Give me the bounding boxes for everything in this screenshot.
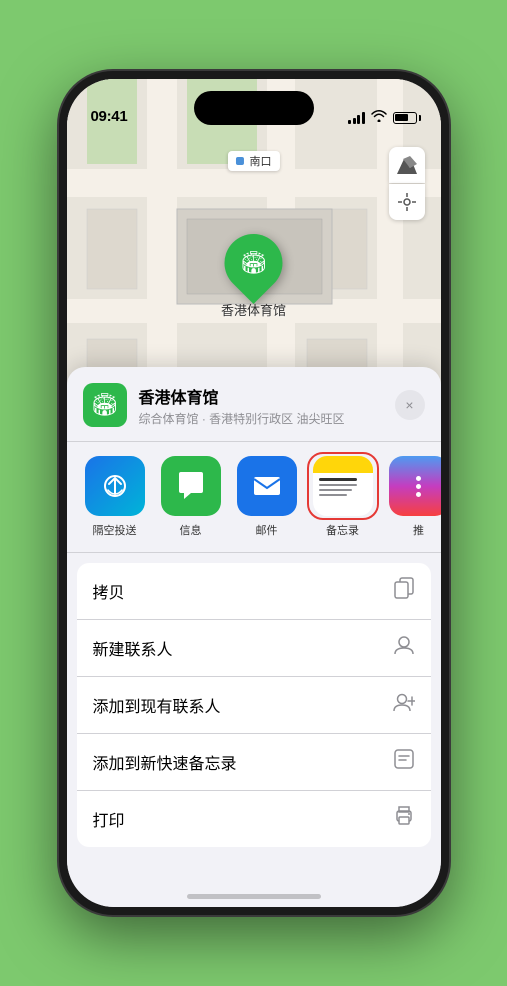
share-item-mail[interactable]: 邮件 (235, 456, 299, 538)
pin-bubble: 🏟 (212, 222, 294, 304)
more-icon[interactable] (389, 456, 441, 516)
new-contact-icon (393, 634, 415, 662)
dynamic-island (194, 91, 314, 125)
wifi-icon (371, 110, 387, 125)
venue-icon: 🏟 (83, 383, 127, 427)
action-quick-note-label: 添加到新快速备忘录 (93, 750, 237, 774)
action-new-contact[interactable]: 新建联系人 (77, 620, 431, 677)
share-item-notes[interactable]: 备忘录 (311, 456, 375, 538)
bottom-sheet: 🏟 香港体育馆 综合体育馆 · 香港特别行政区 油尖旺区 × (67, 367, 441, 907)
sheet-header: 🏟 香港体育馆 综合体育馆 · 香港特别行政区 油尖旺区 × (67, 383, 441, 442)
share-item-more[interactable]: 推 (387, 456, 441, 538)
map-type-button[interactable] (389, 147, 425, 183)
status-time: 09:41 (91, 108, 128, 125)
action-new-contact-label: 新建联系人 (93, 636, 173, 660)
phone-screen: 09:41 (67, 79, 441, 907)
location-button[interactable] (389, 184, 425, 220)
share-item-airdrop[interactable]: 隔空投送 (83, 456, 147, 538)
airdrop-label: 隔空投送 (93, 522, 137, 538)
more-label: 推 (413, 522, 424, 538)
phone-frame: 09:41 (59, 71, 449, 915)
mail-label: 邮件 (256, 522, 278, 538)
map-controls[interactable] (389, 147, 425, 220)
more-dots-icon (416, 476, 421, 497)
notes-lines (313, 470, 373, 502)
share-row: 隔空投送 信息 (67, 442, 441, 553)
map-location-label: 南口 (227, 151, 279, 171)
home-indicator (187, 894, 321, 899)
venue-name: 香港体育馆 (139, 384, 395, 408)
messages-label: 信息 (180, 522, 202, 538)
airdrop-icon[interactable] (85, 456, 145, 516)
venue-pin: 🏟 香港体育馆 (221, 234, 286, 319)
venue-subtitle: 综合体育馆 · 香港特别行政区 油尖旺区 (139, 410, 395, 427)
action-add-existing[interactable]: 添加到现有联系人 (77, 677, 431, 734)
copy-icon (393, 577, 415, 605)
battery-icon (393, 112, 417, 124)
action-add-existing-label: 添加到现有联系人 (93, 693, 221, 717)
notes-icon[interactable] (313, 456, 373, 516)
action-print[interactable]: 打印 (77, 791, 431, 847)
action-list: 拷贝 新建联系人 (77, 563, 431, 847)
messages-icon[interactable] (161, 456, 221, 516)
action-print-label: 打印 (93, 807, 125, 831)
venue-pin-icon: 🏟 (240, 250, 268, 276)
print-icon (393, 805, 415, 833)
signal-bars-icon (348, 112, 365, 124)
quick-note-icon (393, 748, 415, 776)
notes-label: 备忘录 (326, 522, 359, 538)
action-quick-note[interactable]: 添加到新快速备忘录 (77, 734, 431, 791)
add-contact-icon (393, 691, 415, 719)
share-item-messages[interactable]: 信息 (159, 456, 223, 538)
action-copy[interactable]: 拷贝 (77, 563, 431, 620)
status-icons (348, 110, 417, 125)
mail-icon[interactable] (237, 456, 297, 516)
venue-info: 香港体育馆 综合体育馆 · 香港特别行政区 油尖旺区 (139, 384, 395, 427)
action-list-container: 拷贝 新建联系人 (67, 563, 441, 907)
close-button[interactable]: × (395, 390, 425, 420)
action-copy-label: 拷贝 (93, 579, 125, 603)
